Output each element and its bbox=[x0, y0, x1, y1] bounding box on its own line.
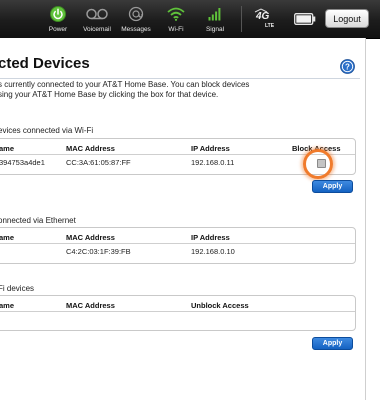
network-badge: 4G bbox=[256, 11, 270, 22]
voicemail-icon bbox=[86, 8, 108, 20]
column-header-block: Block Access bbox=[292, 144, 341, 153]
page-title: cted Devices bbox=[0, 55, 90, 72]
column-header-mac: MAC Address bbox=[66, 233, 115, 242]
column-header-unblock: Unblock Access bbox=[191, 301, 249, 310]
blocked-section-label: Fi devices bbox=[0, 284, 35, 293]
column-header-mac: MAC Address bbox=[66, 301, 115, 310]
device-mac: CC:3A:61:05:87:FF bbox=[66, 158, 131, 167]
help-icon[interactable]: ? bbox=[340, 59, 355, 74]
title-divider bbox=[0, 78, 360, 79]
wifi-section-label: evices connected via Wi-Fi bbox=[0, 126, 94, 135]
network-sub: LTE bbox=[265, 23, 275, 29]
logout-button[interactable]: Logout bbox=[325, 9, 369, 28]
blocked-apply-button[interactable]: Apply bbox=[312, 337, 353, 350]
header-divider bbox=[0, 243, 355, 244]
battery-indicator bbox=[294, 12, 316, 25]
messages-icon bbox=[128, 6, 144, 22]
header-divider bbox=[0, 154, 355, 155]
column-header-ip: IP Address bbox=[191, 144, 230, 153]
toolbar-messages[interactable]: Messages bbox=[114, 4, 158, 33]
toolbar-voicemail-label: Voicemail bbox=[83, 26, 111, 33]
description-line: s currently connected to your AT&T Home … bbox=[0, 80, 250, 89]
toolbar-signal-label: Signal bbox=[205, 26, 225, 33]
column-header-name: ame bbox=[0, 301, 15, 310]
column-header-ip: IP Address bbox=[191, 233, 230, 242]
power-icon bbox=[50, 6, 66, 22]
device-ip: 192.168.0.10 bbox=[191, 247, 235, 256]
blocked-devices-table: ame MAC Address Unblock Access bbox=[0, 295, 356, 331]
network-status-indicator: 4G LTE bbox=[253, 8, 279, 30]
ethernet-devices-table: ame MAC Address IP Address C4:2C:03:1F:3… bbox=[0, 227, 356, 264]
column-header-name: ame bbox=[0, 233, 15, 242]
toolbar-power[interactable]: Power bbox=[36, 4, 80, 33]
device-name: 394753a4de1 bbox=[0, 158, 45, 167]
toolbar-messages-label: Messages bbox=[121, 26, 151, 33]
column-header-mac: MAC Address bbox=[66, 144, 115, 153]
wifi-apply-button[interactable]: Apply bbox=[312, 180, 353, 193]
toolbar-wifi-label: Wi-Fi bbox=[168, 26, 184, 33]
connected-devices-page: cted Devices ? s currently connected to … bbox=[0, 38, 366, 400]
header-divider bbox=[0, 311, 355, 312]
ethernet-section-label: onnected via Ethernet bbox=[0, 216, 76, 225]
device-mac: C4:2C:03:1F:39:FB bbox=[66, 247, 131, 256]
top-toolbar: Power Voicemail Messages Wi-Fi Signal 4G… bbox=[0, 0, 380, 39]
toolbar-wifi[interactable]: Wi-Fi bbox=[154, 4, 198, 33]
wifi-icon bbox=[167, 7, 185, 21]
toolbar-voicemail[interactable]: Voicemail bbox=[75, 4, 119, 33]
description-line: sing your AT&T Home Base by clicking the… bbox=[0, 90, 219, 99]
wifi-devices-table: ame MAC Address IP Address Block Access … bbox=[0, 138, 356, 175]
toolbar-power-label: Power bbox=[48, 26, 68, 33]
block-access-checkbox[interactable] bbox=[317, 159, 326, 168]
page-description: s currently connected to your AT&T Home … bbox=[0, 80, 328, 100]
column-header-name: ame bbox=[0, 144, 15, 153]
battery-icon bbox=[294, 13, 316, 25]
toolbar-divider bbox=[241, 6, 242, 32]
svg-text:?: ? bbox=[345, 62, 350, 71]
device-ip: 192.168.0.11 bbox=[191, 158, 235, 167]
signal-icon bbox=[208, 8, 221, 21]
toolbar-signal[interactable]: Signal bbox=[193, 4, 237, 33]
